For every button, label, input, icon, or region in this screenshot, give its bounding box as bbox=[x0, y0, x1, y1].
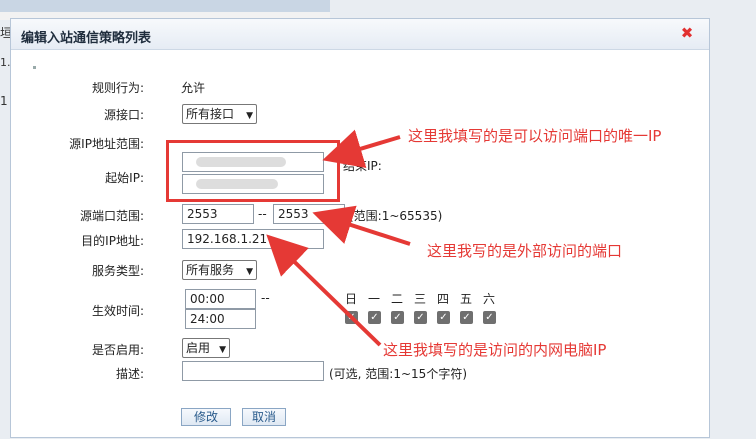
annotation-note-port: 这里我写的是外部访问的端口 bbox=[427, 242, 623, 260]
arrow-to-port bbox=[312, 205, 411, 246]
arrow-to-ip-box bbox=[322, 129, 401, 168]
annotation-arrows bbox=[266, 129, 411, 347]
annotation-note-internal-ip: 这里我填写的是访问的内网电脑IP bbox=[383, 341, 607, 359]
arrow-to-dest-ip bbox=[266, 234, 382, 347]
annotation-note-ip: 这里我填写的是可以访问端口的唯一IP bbox=[408, 127, 662, 145]
